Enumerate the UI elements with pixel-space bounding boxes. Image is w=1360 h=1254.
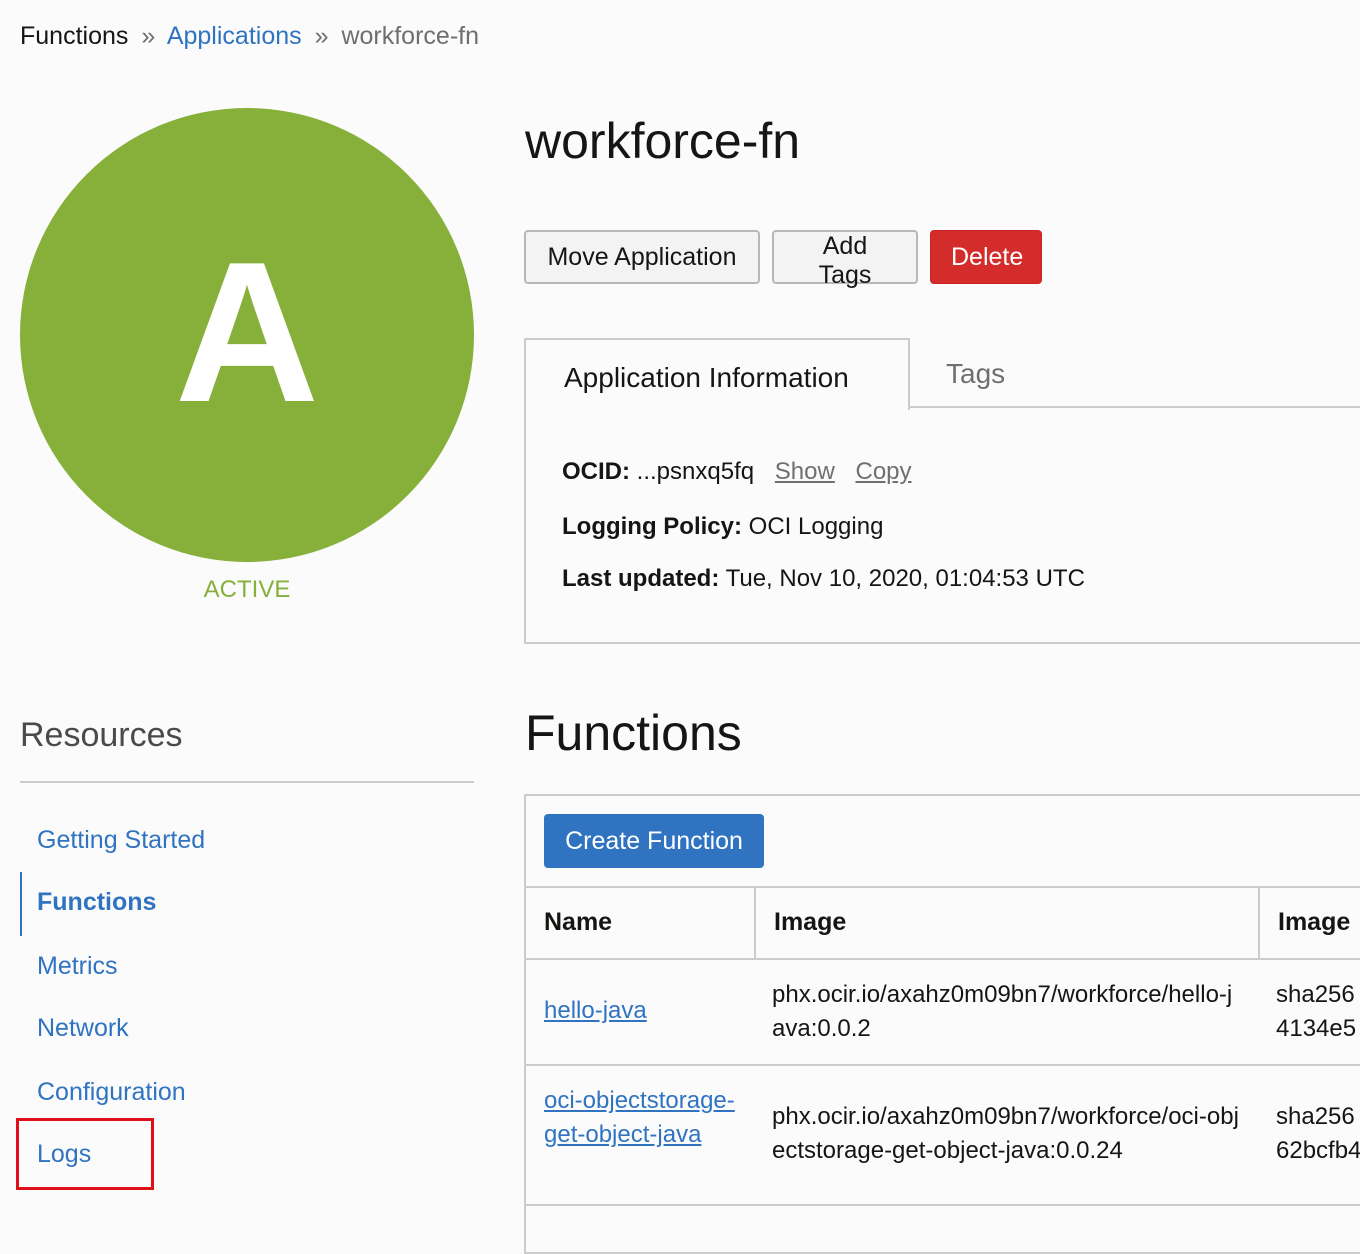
- delete-button[interactable]: Delete: [930, 230, 1042, 284]
- ocid-label: OCID:: [562, 458, 630, 485]
- function-image: phx.ocir.io/axahz0m09bn7/workforce/hello…: [772, 981, 1233, 1042]
- breadcrumb-separator: »: [314, 22, 329, 50]
- functions-heading: Functions: [525, 705, 742, 761]
- active-item-indicator: [20, 872, 22, 936]
- table-divider: [526, 958, 1360, 960]
- table-divider: [526, 1204, 1360, 1206]
- resources-divider: [20, 781, 474, 783]
- last-updated-label: Last updated:: [562, 565, 720, 592]
- logging-policy-value: OCI Logging: [748, 513, 884, 540]
- breadcrumb-functions-link[interactable]: Functions: [20, 22, 128, 50]
- resource-metrics[interactable]: Metrics: [37, 952, 118, 981]
- function-name-link[interactable]: hello-java: [544, 994, 740, 1028]
- add-tags-button[interactable]: Add Tags: [772, 230, 918, 289]
- logging-policy-label: Logging Policy:: [562, 513, 742, 540]
- function-digest: sha256 4134e5: [1276, 978, 1360, 1046]
- move-application-button[interactable]: Move Application: [524, 230, 760, 284]
- breadcrumb: Functions » Applications » workforce-fn: [20, 22, 479, 51]
- ocid-row: OCID: ...psnxq5fq Show Copy: [562, 458, 912, 486]
- tab-divider: [908, 406, 1360, 408]
- resource-getting-started[interactable]: Getting Started: [37, 826, 205, 855]
- ocid-copy-link[interactable]: Copy: [855, 458, 911, 485]
- table-divider: [526, 886, 1360, 888]
- last-updated-row: Last updated: Tue, Nov 10, 2020, 01:04:5…: [562, 565, 1085, 593]
- column-header-image-digest[interactable]: Image: [1278, 908, 1350, 937]
- resource-configuration[interactable]: Configuration: [37, 1078, 186, 1107]
- column-divider: [754, 888, 756, 958]
- function-image: phx.ocir.io/axahz0m09bn7/workforce/oci-o…: [772, 1103, 1239, 1164]
- breadcrumb-separator: »: [141, 22, 156, 50]
- function-digest-line: 62bcfb4: [1276, 1137, 1360, 1164]
- status-label: ACTIVE: [203, 576, 291, 603]
- function-digest: sha256 62bcfb4: [1276, 1100, 1360, 1168]
- table-divider: [526, 1064, 1360, 1066]
- logs-highlight-box: [16, 1118, 154, 1190]
- application-avatar: A: [20, 108, 474, 562]
- logging-policy-row: Logging Policy: OCI Logging: [562, 513, 883, 541]
- last-updated-value: Tue, Nov 10, 2020, 01:04:53 UTC: [725, 565, 1085, 592]
- function-digest-line: sha256: [1276, 1103, 1355, 1130]
- avatar-letter: A: [174, 221, 320, 444]
- resource-functions[interactable]: Functions: [37, 888, 156, 917]
- resource-network[interactable]: Network: [37, 1014, 129, 1043]
- tab-tags[interactable]: Tags: [946, 358, 1005, 390]
- page-title: workforce-fn: [525, 113, 801, 169]
- column-header-name[interactable]: Name: [544, 908, 612, 937]
- breadcrumb-applications-link[interactable]: Applications: [167, 22, 302, 50]
- function-digest-line: 4134e5: [1276, 1015, 1357, 1042]
- column-header-image[interactable]: Image: [774, 908, 846, 937]
- ocid-value: ...psnxq5fq: [636, 458, 755, 485]
- resources-heading: Resources: [20, 716, 183, 754]
- tab-application-information[interactable]: Application Information: [524, 338, 910, 410]
- breadcrumb-current: workforce-fn: [341, 22, 479, 50]
- create-function-button[interactable]: Create Function: [544, 814, 764, 868]
- ocid-show-link[interactable]: Show: [775, 458, 835, 485]
- function-digest-line: sha256: [1276, 981, 1355, 1008]
- column-divider: [1258, 888, 1260, 958]
- function-name-link[interactable]: oci-objectstorage-get-object-java: [544, 1084, 740, 1152]
